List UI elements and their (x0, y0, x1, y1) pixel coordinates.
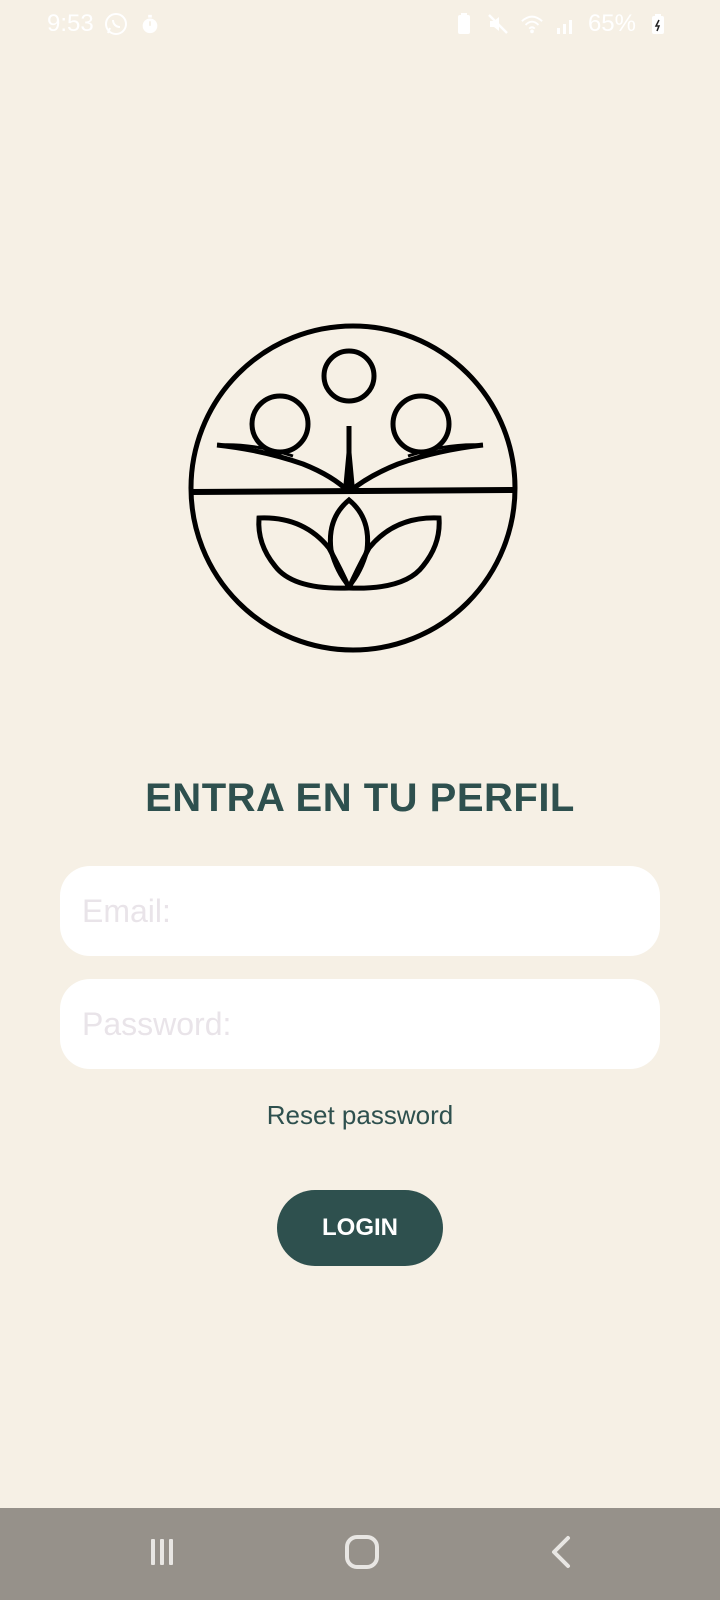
login-button[interactable]: LOGIN (277, 1190, 443, 1266)
status-bar: 9:53 65% (0, 0, 720, 52)
mute-icon (486, 12, 510, 36)
whatsapp-icon (104, 12, 128, 36)
recents-button[interactable] (134, 1526, 190, 1582)
status-left: 9:53 (47, 10, 162, 38)
back-icon (544, 1534, 580, 1575)
status-time: 9:53 (47, 10, 94, 37)
password-field[interactable] (60, 979, 660, 1069)
battery-icon (646, 12, 670, 36)
home-icon (342, 1532, 382, 1577)
battery-saver-icon (452, 12, 476, 36)
community-lotus-logo (183, 318, 523, 658)
battery-percent: 65% (587, 10, 636, 37)
signal-icon (554, 12, 578, 36)
reset-password-link[interactable]: Reset password (0, 1100, 720, 1131)
recents-icon (144, 1534, 180, 1575)
page-title: ENTRA EN TU PERFIL (145, 776, 575, 820)
timer-icon (138, 12, 162, 36)
wifi-icon (520, 12, 544, 36)
home-button[interactable] (334, 1526, 390, 1582)
navigation-bar (0, 1508, 720, 1600)
back-button[interactable] (534, 1526, 590, 1582)
status-right: 65% (452, 10, 670, 38)
email-field[interactable] (60, 866, 660, 956)
